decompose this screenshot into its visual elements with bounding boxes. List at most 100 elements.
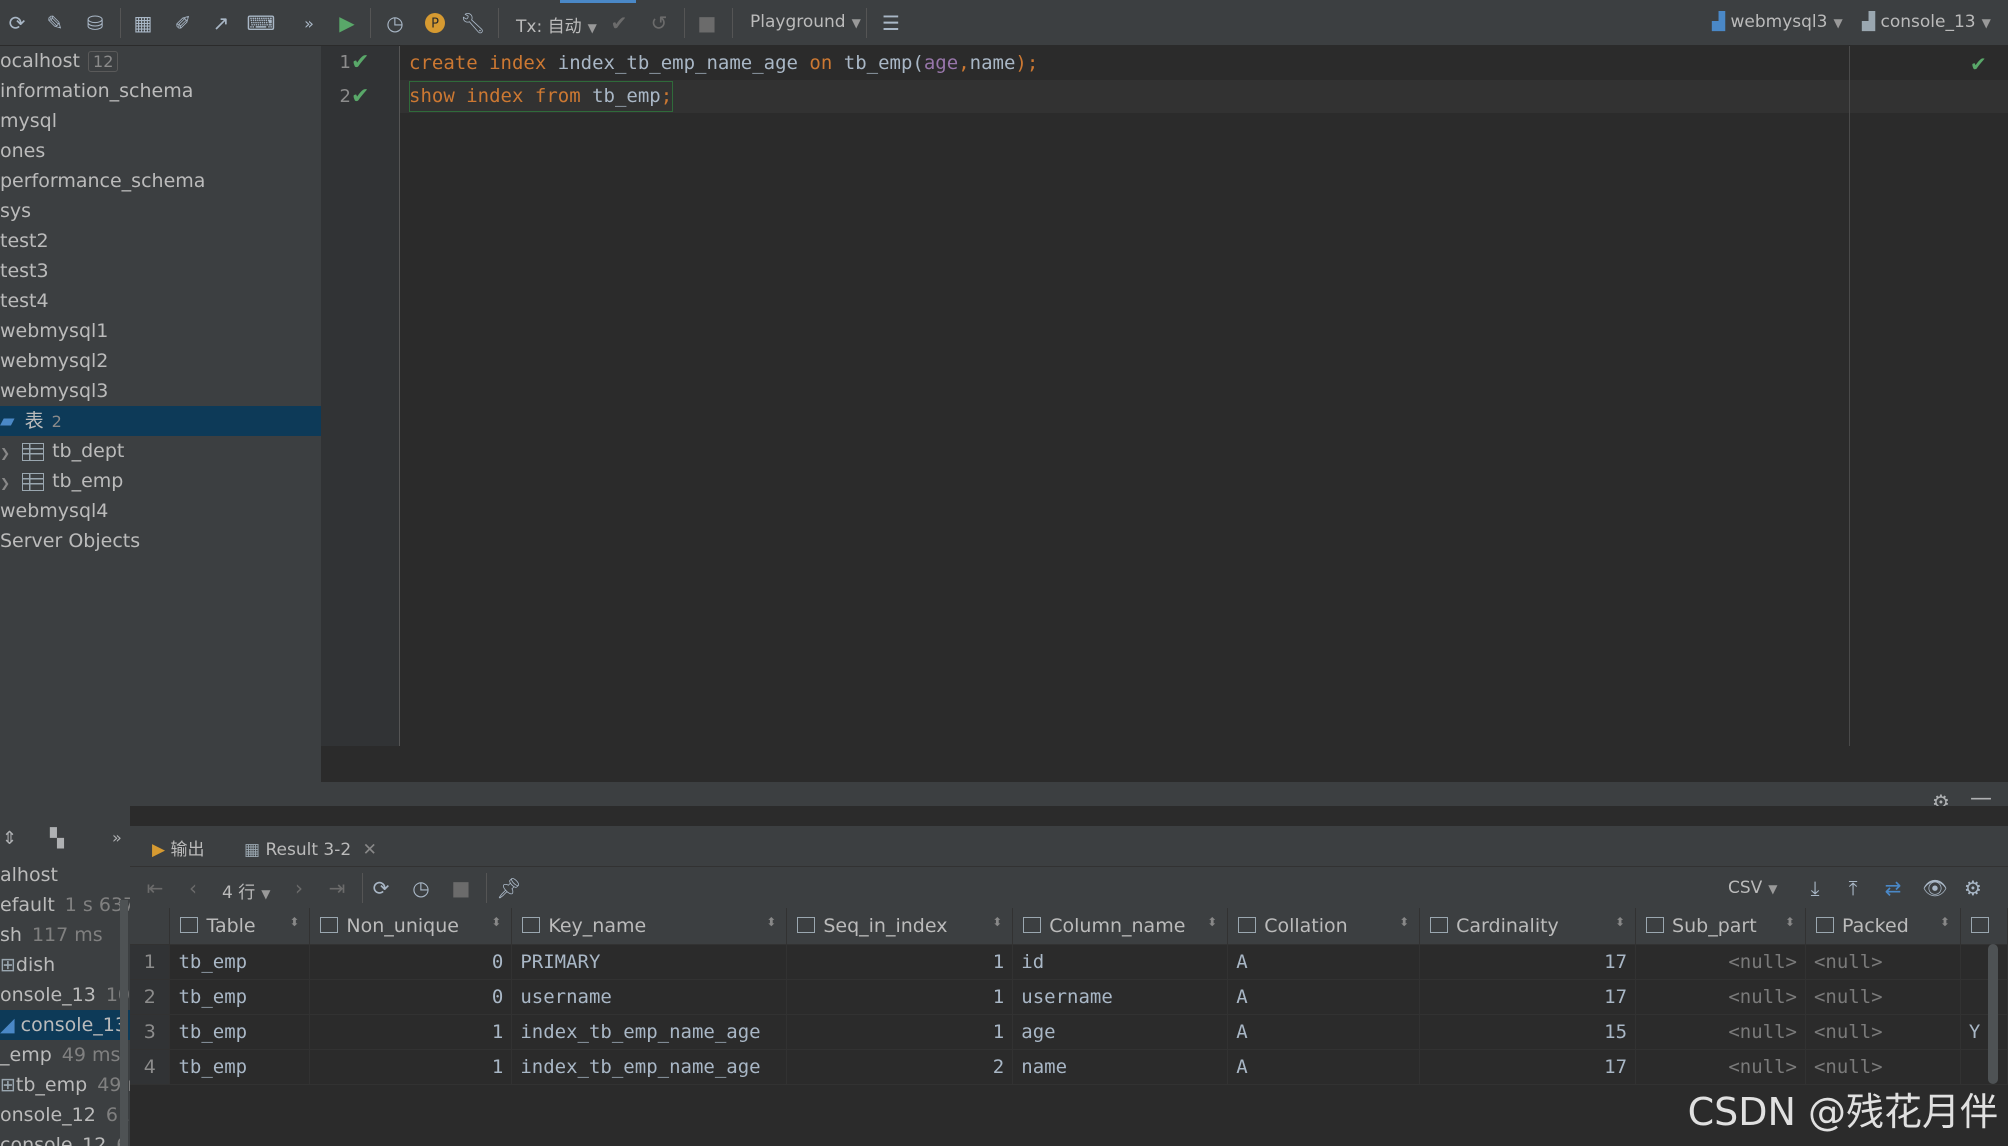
- jump-icon[interactable]: ↗: [208, 10, 234, 36]
- cell-seq-in-index[interactable]: 1: [786, 944, 1014, 980]
- profile-icon[interactable]: P: [422, 10, 448, 36]
- code-line-2[interactable]: show index from tb_emp;: [409, 80, 672, 112]
- tree-item-test4[interactable]: test4: [0, 286, 321, 316]
- column-header[interactable]: Seq_in_index ⬍: [786, 908, 1014, 945]
- cell-cardinality[interactable]: 15: [1419, 1014, 1637, 1050]
- cell-column-name[interactable]: username: [1012, 979, 1229, 1015]
- service-item-selected[interactable]: ◢ console_1356: [0, 1010, 130, 1040]
- rollback-icon[interactable]: ↺: [646, 10, 672, 36]
- grid-scrollbar[interactable]: [1988, 944, 1998, 1084]
- tree-item-webmysql2[interactable]: webmysql2: [0, 346, 321, 376]
- rows-dropdown[interactable]: 4 行 ▼: [222, 878, 270, 903]
- cell-packed[interactable]: <null>: [1805, 1049, 1961, 1085]
- column-header[interactable]: Non_unique ⬍: [309, 908, 513, 945]
- cell-extra[interactable]: Y: [1960, 1014, 2008, 1050]
- more-icon[interactable]: »: [296, 10, 322, 36]
- chevron-right-icon[interactable]: ❯: [0, 446, 10, 460]
- service-item[interactable]: ⊞dish: [0, 950, 55, 980]
- collapse-all-icon[interactable]: ⇕: [2, 828, 17, 849]
- cell-key-name[interactable]: PRIMARY: [511, 944, 788, 980]
- cell-table[interactable]: tb_emp: [169, 1049, 311, 1085]
- service-item[interactable]: ⊞tb_emp49 m: [0, 1070, 130, 1100]
- cell-extra[interactable]: [1960, 979, 2008, 1015]
- cell-packed[interactable]: <null>: [1805, 944, 1961, 980]
- cell-non-unique[interactable]: 0: [309, 944, 513, 980]
- cell-collation[interactable]: A: [1227, 944, 1421, 980]
- service-item[interactable]: _emp 49 ms: [0, 1040, 120, 1070]
- column-header[interactable]: Cardinality ⬍: [1419, 908, 1637, 945]
- cell-extra[interactable]: [1960, 1049, 2008, 1085]
- tree-item-test2[interactable]: test2: [0, 226, 321, 256]
- stop-icon[interactable]: ■: [694, 10, 720, 36]
- column-header[interactable]: Sub_part ⬍: [1635, 908, 1806, 945]
- service-item[interactable]: alhost: [0, 860, 58, 890]
- table-row[interactable]: 2 tb_emp 0 username 1 username A 17 <nul…: [130, 979, 2008, 1015]
- cell-seq-in-index[interactable]: 1: [786, 979, 1014, 1015]
- console-icon[interactable]: ⌨: [247, 10, 276, 36]
- cell-cardinality[interactable]: 17: [1419, 1049, 1637, 1085]
- tree-item-tb-dept[interactable]: ❯ tb_dept: [0, 436, 321, 466]
- stop-icon[interactable]: ■: [448, 875, 474, 901]
- table-row[interactable]: 4 tb_emp 1 index_tb_emp_name_age 2 name …: [130, 1049, 2008, 1085]
- cell-key-name[interactable]: index_tb_emp_name_age: [511, 1049, 788, 1085]
- playground-dropdown[interactable]: Playground ▼: [750, 12, 861, 32]
- code-line-1[interactable]: create index index_tb_emp_name_age on tb…: [409, 47, 1038, 79]
- column-header[interactable]: Packed ⬍: [1805, 908, 1961, 945]
- cell-packed[interactable]: <null>: [1805, 979, 1961, 1015]
- tree-item-test3[interactable]: test3: [0, 256, 321, 286]
- export-format-dropdown[interactable]: CSV ▼: [1728, 878, 1778, 898]
- cell-table[interactable]: tb_emp: [169, 1014, 311, 1050]
- download-icon[interactable]: ⤓: [1802, 875, 1828, 901]
- service-item[interactable]: efault1 s 637 m: [0, 890, 130, 920]
- tree-item-mysql[interactable]: mysql: [0, 106, 321, 136]
- service-item[interactable]: console_1261: [0, 1130, 130, 1146]
- sort-icon[interactable]: ⬍: [766, 915, 776, 929]
- last-page-icon[interactable]: ⇥: [324, 875, 350, 901]
- column-header[interactable]: Table ⬍: [169, 908, 311, 945]
- cell-seq-in-index[interactable]: 1: [786, 1014, 1014, 1050]
- first-page-icon[interactable]: ⇤: [142, 875, 168, 901]
- chevron-right-icon[interactable]: ❯: [0, 476, 10, 490]
- next-page-icon[interactable]: ›: [286, 875, 312, 901]
- cell-column-name[interactable]: id: [1012, 944, 1229, 980]
- sort-icon[interactable]: ⬍: [1207, 915, 1217, 929]
- sort-icon[interactable]: ⬍: [992, 915, 1002, 929]
- group-icon[interactable]: ▚: [50, 828, 64, 849]
- more-icon[interactable]: »: [112, 828, 122, 847]
- cell-collation[interactable]: A: [1227, 979, 1421, 1015]
- history-icon[interactable]: ◷: [408, 875, 434, 901]
- column-header[interactable]: [1960, 908, 2008, 945]
- tab-output[interactable]: ▶ 输出: [152, 834, 204, 866]
- database-icon[interactable]: ⛁: [82, 10, 108, 36]
- view-icon[interactable]: 👁︎: [1922, 875, 1948, 901]
- service-item[interactable]: onsole_13104 r: [0, 980, 130, 1010]
- service-item[interactable]: onsole_1261 m: [0, 1100, 130, 1130]
- cell-sub-part[interactable]: <null>: [1635, 1049, 1806, 1085]
- sort-icon[interactable]: ⬍: [1399, 915, 1409, 929]
- cell-seq-in-index[interactable]: 2: [786, 1049, 1014, 1085]
- services-scrollbar[interactable]: [120, 900, 128, 1146]
- cell-key-name[interactable]: index_tb_emp_name_age: [511, 1014, 788, 1050]
- cell-non-unique[interactable]: 0: [309, 979, 513, 1015]
- upload-icon[interactable]: ⤒: [1840, 875, 1866, 901]
- cell-cardinality[interactable]: 17: [1419, 979, 1637, 1015]
- tree-item-information-schema[interactable]: information_schema: [0, 76, 321, 106]
- sort-icon[interactable]: ⬍: [1615, 915, 1625, 929]
- refresh-icon[interactable]: ⟳: [368, 875, 394, 901]
- edit-schema-icon[interactable]: ✎: [42, 10, 68, 36]
- cell-collation[interactable]: A: [1227, 1049, 1421, 1085]
- tree-item-performance-schema[interactable]: performance_schema: [0, 166, 321, 196]
- cell-sub-part[interactable]: <null>: [1635, 1014, 1806, 1050]
- sort-icon[interactable]: ⬍: [1785, 915, 1795, 929]
- sql-editor[interactable]: [400, 46, 2008, 746]
- layout-icon[interactable]: ☰: [878, 10, 904, 36]
- cell-table[interactable]: tb_emp: [169, 979, 311, 1015]
- tab-result[interactable]: ▦ Result 3-2 ✕: [226, 834, 395, 869]
- sort-icon[interactable]: ⬍: [289, 915, 299, 929]
- table-view-icon[interactable]: ▦: [130, 10, 156, 36]
- table-row[interactable]: 1 tb_emp 0 PRIMARY 1 id A 17 <null> <nul…: [130, 944, 2008, 980]
- commit-icon[interactable]: ✔: [606, 10, 632, 36]
- wrench-icon[interactable]: 🔧︎: [460, 10, 486, 36]
- column-header[interactable]: Collation ⬍: [1227, 908, 1421, 945]
- pin-icon[interactable]: 📌︎: [496, 875, 522, 901]
